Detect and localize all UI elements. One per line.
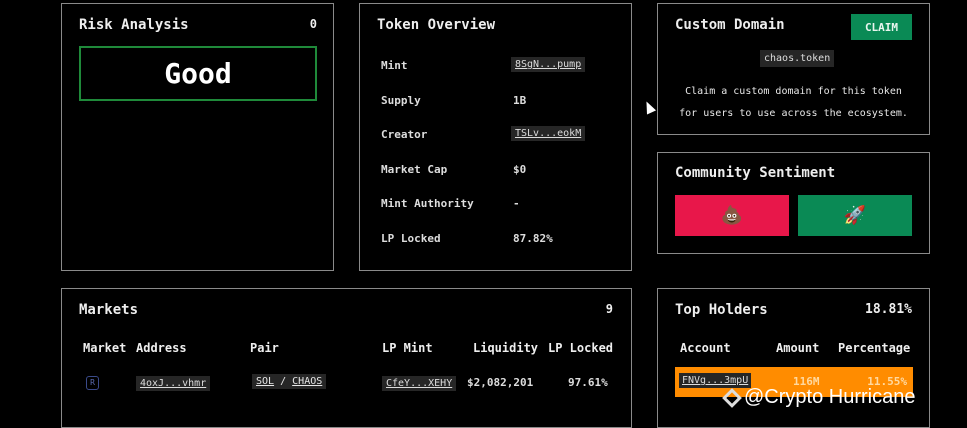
watermark: @Crypto Hurricane xyxy=(722,386,916,409)
poop-icon: 💩 xyxy=(720,205,744,226)
watermark-text: @Crypto Hurricane xyxy=(744,386,916,408)
domain-description-2: for users to use across the ecosystem. xyxy=(679,108,908,119)
pair: SOL / CHAOS xyxy=(252,374,327,389)
col-lp-mint: LP Mint xyxy=(382,341,433,355)
col-pair: Pair xyxy=(250,341,279,355)
token-row-label: Creator xyxy=(381,128,428,141)
token-row-label: Mint Authority xyxy=(381,197,474,210)
risk-rating-box: Good xyxy=(79,46,317,101)
pair-separator: / xyxy=(280,376,287,387)
bullish-vote-button[interactable]: 🚀 xyxy=(798,195,912,236)
lp-locked-value: 97.61% xyxy=(568,376,608,389)
col-amount: Amount xyxy=(776,341,820,355)
lp-mint-link[interactable]: CfeY...XEHY xyxy=(382,376,457,391)
risk-analysis-panel: Risk Analysis 0 Good xyxy=(61,3,334,271)
community-sentiment-panel: Community Sentiment 💩 🚀 xyxy=(657,152,930,254)
market-address-link[interactable]: 4oxJ...vhmr xyxy=(136,376,211,391)
token-row-label: Market Cap xyxy=(381,162,448,176)
bearish-vote-button[interactable]: 💩 xyxy=(675,195,789,236)
col-lp-locked: LP Locked xyxy=(548,341,614,355)
token-row-label: LP Locked xyxy=(381,231,441,245)
token-row-label: Mint xyxy=(381,59,408,72)
risk-count: 0 xyxy=(309,17,317,31)
markets-title: Markets xyxy=(79,302,139,318)
raydium-icon: R xyxy=(86,376,99,390)
community-sentiment-title: Community Sentiment xyxy=(675,165,836,181)
col-market: Market xyxy=(83,341,127,355)
col-liquidity: Liquidity xyxy=(473,341,539,355)
pair-base-link[interactable]: SOL xyxy=(256,376,274,387)
col-percentage: Percentage xyxy=(838,341,911,355)
claim-button[interactable]: CLAIM xyxy=(851,14,912,40)
col-address: Address xyxy=(136,341,187,355)
risk-analysis-title: Risk Analysis xyxy=(79,17,189,33)
binance-logo-icon xyxy=(722,387,742,408)
col-account: Account xyxy=(680,341,731,355)
top-holders-total: 18.81% xyxy=(865,302,912,317)
token-overview-title: Token Overview xyxy=(377,17,496,33)
pair-quote-link[interactable]: CHAOS xyxy=(292,376,322,387)
token-row-link[interactable]: TSLv...eokM xyxy=(511,126,586,141)
markets-count: 9 xyxy=(605,302,613,316)
token-row-value: 87.82% xyxy=(513,231,553,245)
domain-description-1: Claim a custom domain for this token xyxy=(685,86,902,97)
token-row-label: Supply xyxy=(381,93,421,107)
top-holders-title: Top Holders xyxy=(675,302,768,318)
custom-domain-panel: Custom Domain CLAIM chaos.token Claim a … xyxy=(657,3,930,135)
token-row-value: - xyxy=(513,197,520,210)
token-row-link[interactable]: 8SgN...pump xyxy=(511,57,586,72)
rocket-icon: 🚀 xyxy=(843,205,867,226)
mouse-cursor xyxy=(641,99,657,115)
markets-panel: Markets 9 Market Address Pair LP Mint Li… xyxy=(61,288,632,428)
token-row-value: $0 xyxy=(513,162,527,176)
token-overview-panel: Token Overview Mint 8SgN...pump Supply 1B Cr… xyxy=(359,3,632,271)
token-row-value: 1B xyxy=(513,93,527,107)
liquidity-value: $2,082,201 xyxy=(467,376,534,389)
custom-domain-title: Custom Domain xyxy=(675,17,785,33)
domain-name: chaos.token xyxy=(760,50,835,67)
risk-rating: Good xyxy=(164,57,232,90)
